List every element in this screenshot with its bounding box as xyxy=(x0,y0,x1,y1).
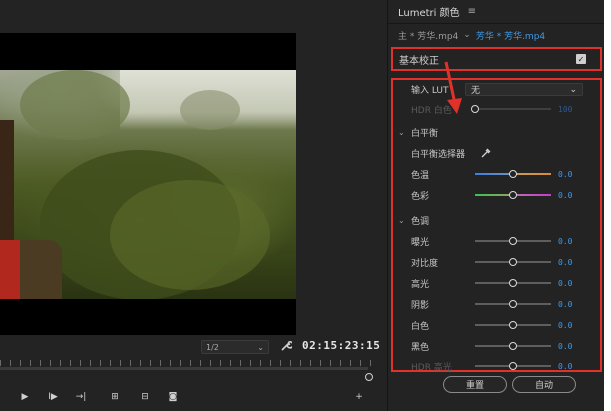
slider-knob[interactable] xyxy=(509,300,517,308)
timecode-display[interactable]: 02:15:23:15 xyxy=(302,339,380,352)
tone-row-value[interactable]: 0.0 xyxy=(558,258,572,267)
slider-knob[interactable] xyxy=(509,258,517,266)
eyedropper-icon[interactable] xyxy=(481,148,491,158)
timeline-ruler[interactable] xyxy=(0,360,372,372)
playhead-handle[interactable] xyxy=(365,373,373,381)
step-forward-icon[interactable]: I▶ xyxy=(46,391,60,403)
insert-icon[interactable]: ⊞ xyxy=(108,391,122,403)
white-balance-selector-label: 白平衡选择器 xyxy=(411,149,466,160)
zoom-level-value: 1/2 xyxy=(206,342,219,352)
slider-knob[interactable] xyxy=(509,342,517,350)
play-icon[interactable]: ▶ xyxy=(18,391,32,403)
tone-slider[interactable] xyxy=(475,321,551,329)
tone-title: 色调 xyxy=(411,216,430,227)
temperature-label: 色温 xyxy=(411,170,430,181)
lumetri-color-panel: Lumetri 颜色 ≡ 主 * 芳华.mp4 ⌄ 芳华 * 芳华.mp4 基本… xyxy=(387,0,605,411)
tone-slider[interactable] xyxy=(475,258,551,266)
tone-row: 阴影 0.0 xyxy=(393,296,600,312)
tone-row: 高光 0.0 xyxy=(393,275,600,291)
tone-row-value[interactable]: 0.0 xyxy=(558,362,572,371)
hdr-white-value[interactable]: 100 xyxy=(558,105,572,114)
go-to-out-icon[interactable]: →| xyxy=(74,391,88,403)
tone-header[interactable]: ⌄ 色调 xyxy=(393,212,600,228)
chevron-down-icon: ⌄ xyxy=(257,342,264,352)
person-figure xyxy=(0,120,62,299)
video-frame xyxy=(0,70,296,299)
panel-header: Lumetri 颜色 ≡ xyxy=(388,0,605,24)
tone-row: 对比度 0.0 xyxy=(393,254,600,270)
temperature-slider[interactable] xyxy=(475,170,551,178)
tone-row-label: 高光 xyxy=(411,279,430,290)
tone-row-value[interactable]: 0.0 xyxy=(558,342,572,351)
tone-row-label: 对比度 xyxy=(411,258,439,269)
tone-slider[interactable] xyxy=(475,300,551,308)
slider-knob[interactable] xyxy=(509,170,517,178)
clip-master[interactable]: 主 * 芳华.mp4 xyxy=(398,29,458,42)
tone-row-label: HDR 高光 xyxy=(411,362,452,373)
tone-row: 曝光 0.0 xyxy=(393,233,600,249)
tint-value[interactable]: 0.0 xyxy=(558,191,572,200)
basic-correction-controls: 输入 LUT 无 ⌄ HDR 白色 100 ⌄ 白平衡 白平衡选择器 色温 0.… xyxy=(391,78,602,374)
tone-row: 白色 0.0 xyxy=(393,317,600,333)
slider-knob[interactable] xyxy=(509,279,517,287)
temperature-row: 色温 0.0 xyxy=(393,166,600,182)
panel-menu-icon[interactable]: ≡ xyxy=(468,6,476,17)
tone-slider[interactable] xyxy=(475,279,551,287)
chevron-down-icon[interactable]: ⌄ xyxy=(463,30,471,40)
annotation-arrow-icon xyxy=(444,61,462,114)
tone-row-value[interactable]: 0.0 xyxy=(558,279,572,288)
tone-row-value[interactable]: 0.0 xyxy=(558,300,572,309)
tone-row-label: 曝光 xyxy=(411,237,430,248)
input-lut-row: 输入 LUT 无 ⌄ xyxy=(393,81,600,97)
slider-knob[interactable] xyxy=(509,321,517,329)
tone-row-label: 阴影 xyxy=(411,300,430,311)
chevron-down-icon: ⌄ xyxy=(398,215,405,225)
tint-slider[interactable] xyxy=(475,191,551,199)
tone-row-value[interactable]: 0.0 xyxy=(558,237,572,246)
tone-slider[interactable] xyxy=(475,237,551,245)
tone-row: HDR 高光 0.0 xyxy=(393,358,600,374)
slider-knob[interactable] xyxy=(509,362,517,370)
white-balance-selector-row: 白平衡选择器 xyxy=(393,145,600,161)
transport-controls: ▶ I▶ →| ⊞ ⊟ ◙ + xyxy=(0,388,387,406)
tint-row: 色彩 0.0 xyxy=(393,187,600,203)
wrench-icon[interactable] xyxy=(280,340,292,352)
white-balance-header[interactable]: ⌄ 白平衡 xyxy=(393,124,600,140)
tint-label: 色彩 xyxy=(411,191,430,202)
chevron-down-icon: ⌄ xyxy=(398,127,405,137)
tone-row-label: 白色 xyxy=(411,321,430,332)
tone-row-label: 黑色 xyxy=(411,342,430,353)
white-balance-title: 白平衡 xyxy=(411,128,439,139)
temperature-value[interactable]: 0.0 xyxy=(558,170,572,179)
slider-knob[interactable] xyxy=(509,191,517,199)
bottom-buttons: 重置 自动 xyxy=(388,376,605,396)
button-editor-icon[interactable]: + xyxy=(352,391,366,403)
basic-correction-checkbox[interactable]: ✓ xyxy=(576,54,586,64)
input-lut-value: 无 xyxy=(471,86,481,96)
tone-row: 黑色 0.0 xyxy=(393,338,600,354)
hdr-white-slider[interactable] xyxy=(471,105,551,113)
clip-active[interactable]: 芳华 * 芳华.mp4 xyxy=(476,29,545,42)
premiere-window: 1/2 ⌄ 02:15:23:15 ▶ I▶ →| ⊞ ⊟ ◙ + Lumetr… xyxy=(0,0,611,411)
tone-slider[interactable] xyxy=(475,362,551,370)
panel-title[interactable]: Lumetri 颜色 xyxy=(398,4,460,19)
tone-slider[interactable] xyxy=(475,342,551,350)
chevron-down-icon: ⌄ xyxy=(569,84,577,95)
overwrite-icon[interactable]: ⊟ xyxy=(138,391,152,403)
foliage xyxy=(180,90,240,130)
foliage xyxy=(110,180,270,290)
reset-button[interactable]: 重置 xyxy=(443,376,507,393)
input-lut-select[interactable]: 无 ⌄ xyxy=(465,83,583,96)
tone-row-value[interactable]: 0.0 xyxy=(558,321,572,330)
clip-selector: 主 * 芳华.mp4 ⌄ 芳华 * 芳华.mp4 xyxy=(388,26,605,44)
hdr-white-row: HDR 白色 100 xyxy=(393,101,600,117)
basic-correction-section[interactable]: 基本校正 ✓ xyxy=(391,47,602,71)
program-monitor: 1/2 ⌄ 02:15:23:15 ▶ I▶ →| ⊞ ⊟ ◙ + xyxy=(0,0,387,411)
zoom-level-select[interactable]: 1/2 ⌄ xyxy=(201,340,269,354)
slider-knob[interactable] xyxy=(471,105,479,113)
auto-button[interactable]: 自动 xyxy=(512,376,576,393)
slider-knob[interactable] xyxy=(509,237,517,245)
export-frame-icon[interactable]: ◙ xyxy=(166,391,180,403)
right-margin xyxy=(604,0,611,411)
